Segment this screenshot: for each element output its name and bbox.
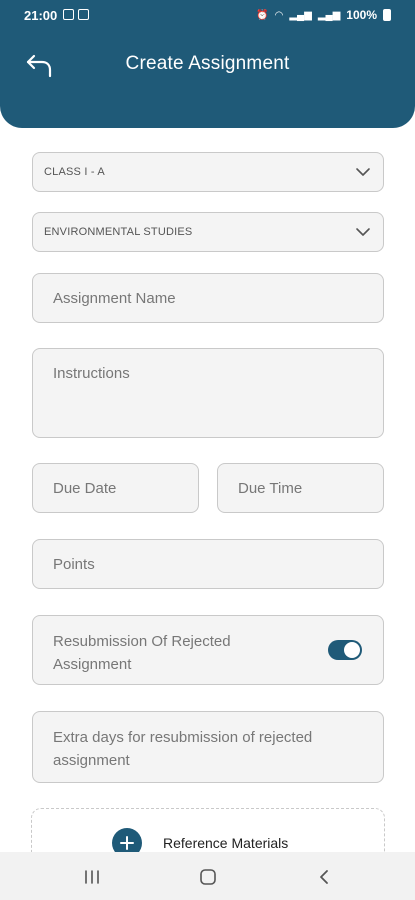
message-icon [78, 9, 89, 20]
chevron-down-icon [356, 228, 370, 236]
due-date-placeholder: Due Date [53, 480, 117, 497]
wifi-icon: ◠ [274, 9, 284, 21]
page-title: Create Assignment [125, 53, 290, 74]
toggle-knob [344, 642, 360, 658]
status-bar: 21:00 ⏰ ◠ ▂▄▆ ▂▄▆ 100% [0, 0, 415, 32]
signal-icon: ▂▄▆ [289, 9, 312, 21]
class-select[interactable]: CLASS I - A [32, 152, 384, 192]
reference-materials-label: Reference Materials [163, 835, 289, 851]
app-header: 21:00 ⏰ ◠ ▂▄▆ ▂▄▆ 100% Create Assignment [0, 0, 415, 128]
extra-days-placeholder: Extra days for resubmission of rejected … [53, 729, 313, 769]
class-select-value: CLASS I - A [44, 166, 105, 178]
battery-percent: 100% [346, 8, 377, 22]
subject-select[interactable]: ENVIRONMENTAL STUDIES [32, 212, 384, 252]
back-nav-button[interactable] [314, 867, 334, 887]
extra-days-input[interactable]: Extra days for resubmission of rejected … [32, 711, 384, 783]
resubmission-label: Resubmission Of Rejected Assignment [53, 633, 231, 673]
points-input[interactable]: Points [32, 539, 384, 589]
assignment-name-placeholder: Assignment Name [53, 290, 176, 307]
due-date-input[interactable]: Due Date [32, 463, 199, 513]
system-nav-bar [0, 852, 415, 900]
resubmission-toggle[interactable] [328, 640, 362, 660]
instructions-textarea[interactable]: Instructions [32, 348, 384, 438]
due-time-input[interactable]: Due Time [217, 463, 384, 513]
chevron-down-icon [356, 168, 370, 176]
recent-apps-icon [85, 870, 99, 884]
assignment-name-input[interactable]: Assignment Name [32, 273, 384, 323]
battery-icon [383, 9, 391, 21]
status-time: 21:00 [24, 8, 58, 23]
home-icon [200, 869, 216, 885]
subject-select-value: ENVIRONMENTAL STUDIES [44, 226, 193, 238]
notification-icon [63, 9, 74, 20]
status-indicators: ⏰ ◠ ▂▄▆ ▂▄▆ 100% [256, 8, 391, 22]
chevron-left-icon [320, 870, 328, 884]
resubmission-row: Resubmission Of Rejected Assignment [32, 615, 384, 685]
instructions-placeholder: Instructions [53, 365, 130, 382]
due-time-placeholder: Due Time [238, 480, 303, 497]
alarm-icon: ⏰ [256, 9, 269, 21]
plus-icon [120, 836, 134, 850]
notification-icons [63, 9, 89, 20]
recent-apps-button[interactable] [82, 867, 102, 887]
signal-icon-2: ▂▄▆ [317, 9, 341, 21]
home-button[interactable] [198, 867, 218, 887]
points-placeholder: Points [53, 556, 95, 573]
